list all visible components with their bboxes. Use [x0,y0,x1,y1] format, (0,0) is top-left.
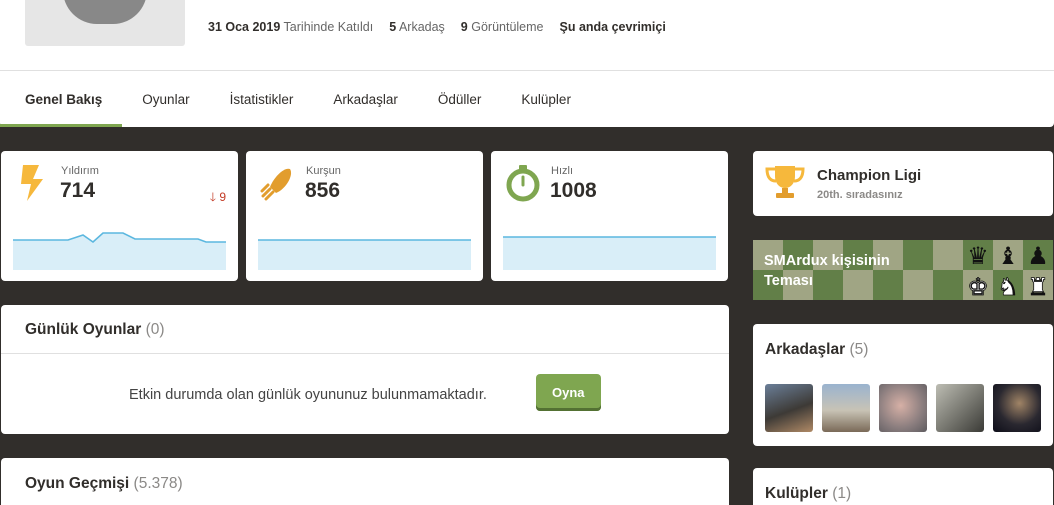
friends-panel: Arkadaşlar (5) [753,324,1053,446]
game-history-panel: Oyun Geçmişi (5.378) [1,458,729,505]
tab-overview[interactable]: Genel Bakış [0,71,123,127]
daily-games-title: Günlük Oyunlar (0) [25,321,165,338]
daily-games-panel: Günlük Oyunlar (0) Etkin durumda olan gü… [1,305,729,434]
friend-avatar[interactable] [765,384,813,432]
rating-label: Yıldırım [61,165,99,177]
tab-clubs[interactable]: Kulüpler [501,71,591,127]
trophy-icon [765,166,805,198]
board-theme-title: SMArdux kişisinin Teması [764,253,890,289]
rating-value: 714 [60,179,96,202]
tab-friends[interactable]: Arkadaşlar [313,71,418,127]
svg-text:♜: ♜ [1027,273,1049,300]
daily-empty-message: Etkin durumda olan günlük oyununuz bulun… [129,387,487,403]
rating-delta: 🡓 9 [209,190,226,204]
friends-title[interactable]: Arkadaşlar (5) [765,341,868,359]
tab-games[interactable]: Oyunlar [122,71,209,127]
arrow-down-icon: 🡓 [209,190,216,204]
joined-info: 31 Oca 2019 Tarihinde Katıldı [208,20,374,34]
clubs-panel: Kulüpler (1) [753,468,1053,505]
rating-value: 856 [305,179,341,202]
friend-avatar[interactable] [822,384,870,432]
league-rank: 20th. sıradasınız [817,189,903,201]
friend-avatar[interactable] [993,384,1041,432]
rating-value: 1008 [550,179,597,202]
rating-label: Hızlı [551,165,573,177]
profile-avatar[interactable] [25,0,185,46]
svg-text:♞: ♞ [997,273,1019,300]
svg-text:♟: ♟ [1027,242,1049,270]
bullet-icon [260,168,292,201]
profile-meta: 31 Oca 2019 Tarihinde Katıldı 5 Arkadaş … [208,20,666,34]
rating-sparkline [258,239,471,270]
views-info: 9 Görüntüleme [460,20,544,34]
friend-avatar[interactable] [936,384,984,432]
stopwatch-icon [506,165,540,202]
rating-card-rapid[interactable]: Hızlı 1008 [491,151,728,281]
friends-info[interactable]: 5 Arkadaş [389,20,445,34]
play-button[interactable]: Oyna [536,374,601,411]
tab-stats[interactable]: İstatistikler [210,71,314,127]
friend-avatar[interactable] [879,384,927,432]
svg-text:♝: ♝ [997,242,1019,270]
game-history-title[interactable]: Oyun Geçmişi (5.378) [25,475,183,493]
rating-card-bullet-blitz[interactable]: Yıldırım 714 🡓 9 [1,151,238,281]
svg-text:♛: ♛ [967,242,989,270]
rating-sparkline [503,236,716,270]
svg-text:♚: ♚ [967,273,989,300]
tab-awards[interactable]: Ödüller [418,71,502,127]
profile-tabs: Genel Bakış Oyunlar İstatistikler Arkada… [0,71,591,127]
clubs-title[interactable]: Kulüpler (1) [765,485,851,503]
lightning-icon [21,165,43,201]
rating-label: Kurşun [306,165,341,177]
profile-header: 31 Oca 2019 Tarihinde Katıldı 5 Arkadaş … [0,0,1054,127]
rating-card-bullet[interactable]: Kurşun 856 [246,151,483,281]
online-status: Şu anda çevrimiçi [559,20,666,34]
rating-sparkline [13,232,226,270]
friends-avatars [765,384,1041,432]
league-panel[interactable]: Champion Ligi 20th. sıradasınız [753,151,1053,216]
board-theme-panel[interactable]: ♛ ♝ ♟ ♚ ♞ ♜ SMArdux kişisinin Teması [753,240,1053,300]
league-name: Champion Ligi [817,167,922,184]
